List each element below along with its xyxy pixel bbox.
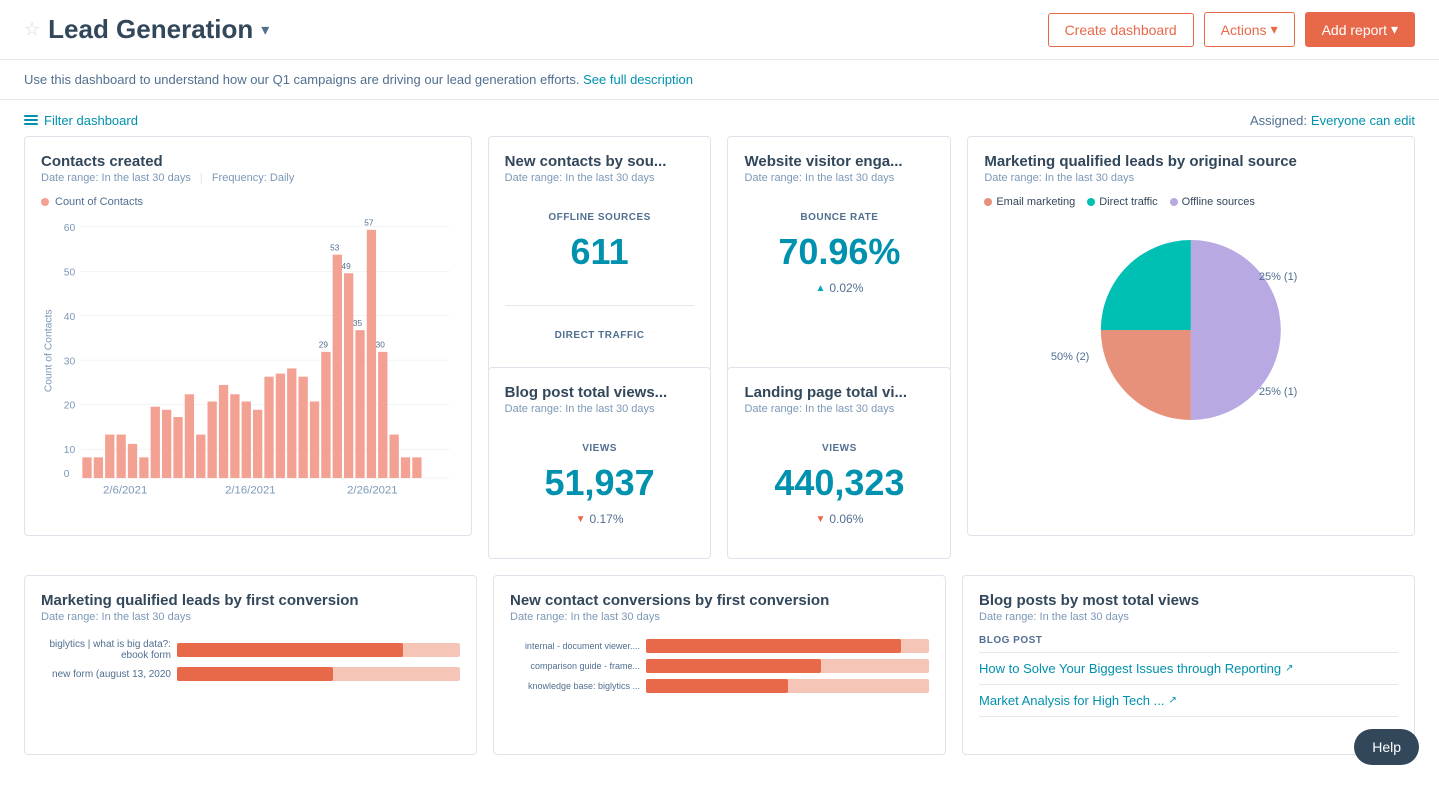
create-dashboard-button[interactable]: Create dashboard xyxy=(1048,13,1194,47)
new-contact-conversions-card: New contact conversions by first convers… xyxy=(493,575,946,755)
direct-traffic-label: Direct traffic xyxy=(1099,196,1157,208)
svg-text:49: 49 xyxy=(341,262,351,271)
assigned-prefix: Assigned: xyxy=(1250,113,1307,128)
filter-label: Filter dashboard xyxy=(44,113,138,128)
bounce-rate-change: ▲ 0.02% xyxy=(744,281,934,295)
offline-sources-label: Offline sources xyxy=(1182,196,1255,208)
help-button[interactable]: Help xyxy=(1354,729,1419,765)
mql-conversion-card: Marketing qualified leads by first conve… xyxy=(24,575,477,755)
contacts-created-subtitle: Date range: In the last 30 days | Freque… xyxy=(41,172,455,184)
blog-post-views-card: Blog post total views... Date range: In … xyxy=(488,367,712,559)
arrow-down-icon: ▼ xyxy=(576,514,586,525)
assigned-value[interactable]: Everyone can edit xyxy=(1311,113,1415,128)
blog-views-stat: VIEWS 51,937 ▼ 0.17% xyxy=(505,427,695,542)
svg-text:40: 40 xyxy=(64,312,76,323)
external-link-icon: ↗ xyxy=(1285,663,1293,674)
svg-text:30: 30 xyxy=(376,341,386,350)
filter-icon xyxy=(24,113,38,127)
offline-sources-stat: OFFLINE SOURCES 611 xyxy=(505,196,695,297)
svg-text:35: 35 xyxy=(353,319,363,328)
mql-conversion-title: Marketing qualified leads by first conve… xyxy=(41,592,460,609)
website-visitor-subtitle: Date range: In the last 30 days xyxy=(744,172,934,184)
new-contact-title: New contact conversions by first convers… xyxy=(510,592,929,609)
star-icon[interactable]: ☆ xyxy=(24,19,40,40)
svg-text:0: 0 xyxy=(64,469,70,480)
svg-text:2/16/2021: 2/16/2021 xyxy=(225,485,276,496)
blog-post-views-title: Blog post total views... xyxy=(505,384,695,401)
add-report-button[interactable]: Add report ▾ xyxy=(1305,12,1415,47)
description-bar: Use this dashboard to understand how our… xyxy=(0,60,1439,100)
landing-page-subtitle: Date range: In the last 30 days xyxy=(744,403,934,415)
header: ☆ Lead Generation ▾ Create dashboard Act… xyxy=(0,0,1439,60)
title-dropdown-icon[interactable]: ▾ xyxy=(261,20,269,40)
new-contacts-subtitle: Date range: In the last 30 days xyxy=(505,172,695,184)
header-actions: Create dashboard Actions ▾ Add report ▾ xyxy=(1048,12,1415,47)
website-visitor-title: Website visitor enga... xyxy=(744,153,934,170)
email-marketing-legend-dot xyxy=(984,198,992,206)
list-item: new form (august 13, 2020 xyxy=(41,667,460,681)
blog-post-link-1[interactable]: How to Solve Your Biggest Issues through… xyxy=(979,661,1398,685)
header-left: ☆ Lead Generation ▾ xyxy=(24,14,269,45)
svg-text:30: 30 xyxy=(64,356,76,367)
new-contacts-title: New contacts by sou... xyxy=(505,153,695,170)
svg-text:29: 29 xyxy=(319,341,329,350)
external-link-icon-2: ↗ xyxy=(1168,695,1176,706)
offline-sources-legend-dot xyxy=(1170,198,1178,206)
svg-text:50% (2): 50% (2) xyxy=(1051,351,1090,363)
chart-legend: Count of Contacts xyxy=(41,196,455,208)
list-item: internal - document viewer.... xyxy=(510,639,929,653)
actions-button[interactable]: Actions ▾ xyxy=(1204,12,1295,47)
filter-dashboard-button[interactable]: Filter dashboard xyxy=(24,113,138,128)
svg-text:50: 50 xyxy=(64,267,76,278)
direct-traffic-stat: DIRECT TRAFFIC xyxy=(505,314,695,365)
svg-text:60: 60 xyxy=(64,223,76,234)
landing-views-stat: VIEWS 440,323 ▼ 0.06% xyxy=(744,427,934,542)
list-item: knowledge base: biglytics ... xyxy=(510,679,929,693)
blog-posts-card: Blog posts by most total views Date rang… xyxy=(962,575,1415,755)
landing-page-title: Landing page total vi... xyxy=(744,384,934,401)
email-marketing-label: Email marketing xyxy=(996,196,1075,208)
filter-bar: Filter dashboard Assigned: Everyone can … xyxy=(0,100,1439,136)
new-contact-subtitle: Date range: In the last 30 days xyxy=(510,611,929,623)
svg-text:25% (1): 25% (1) xyxy=(1259,271,1298,283)
blog-table-header: BLOG POST xyxy=(979,635,1398,653)
svg-text:20: 20 xyxy=(64,401,76,412)
pie-chart-svg: 25% (1) 50% (2) 25% (1) xyxy=(984,220,1398,440)
svg-text:Count of Contacts: Count of Contacts xyxy=(43,309,54,392)
contacts-created-title: Contacts created xyxy=(41,153,455,170)
pie-legend: Email marketing Direct traffic Offline s… xyxy=(984,196,1398,208)
see-full-description-link[interactable]: See full description xyxy=(583,72,693,87)
blog-posts-subtitle: Date range: In the last 30 days xyxy=(979,611,1398,623)
list-item: comparison guide - frame... xyxy=(510,659,929,673)
description-text: Use this dashboard to understand how our… xyxy=(24,72,579,87)
landing-page-views-card: Landing page total vi... Date range: In … xyxy=(727,367,951,559)
mql-source-title: Marketing qualified leads by original so… xyxy=(984,153,1398,170)
page-title: Lead Generation xyxy=(48,14,253,45)
direct-traffic-legend-dot xyxy=(1087,198,1095,206)
bounce-rate-stat: BOUNCE RATE 70.96% ▲ 0.02% xyxy=(744,196,934,311)
svg-text:2/6/2021: 2/6/2021 xyxy=(103,485,147,496)
svg-text:53: 53 xyxy=(330,244,340,253)
legend-dot xyxy=(41,198,49,206)
svg-text:57: 57 xyxy=(364,219,374,228)
mql-conversion-subtitle: Date range: In the last 30 days xyxy=(41,611,460,623)
svg-text:25% (1): 25% (1) xyxy=(1259,386,1298,398)
list-item: biglytics | what is big data?:ebook form xyxy=(41,639,460,661)
mql-source-subtitle: Date range: In the last 30 days xyxy=(984,172,1398,184)
dashboard: Contacts created Date range: In the last… xyxy=(0,136,1439,795)
svg-text:10: 10 xyxy=(64,445,76,456)
blog-post-link-2[interactable]: Market Analysis for High Tech ... ↗ xyxy=(979,693,1398,717)
contacts-created-card: Contacts created Date range: In the last… xyxy=(24,136,472,536)
mql-source-card: Marketing qualified leads by original so… xyxy=(967,136,1415,536)
svg-text:2/26/2021: 2/26/2021 xyxy=(347,485,398,496)
assigned-section: Assigned: Everyone can edit xyxy=(1250,112,1415,128)
blog-posts-title: Blog posts by most total views xyxy=(979,592,1398,609)
dashboard-row-2: Marketing qualified leads by first conve… xyxy=(24,575,1415,755)
blog-post-views-subtitle: Date range: In the last 30 days xyxy=(505,403,695,415)
bar-chart-svg: 60 50 40 30 20 10 0 Count of Contacts xyxy=(41,216,455,496)
arrow-down-icon-2: ▼ xyxy=(815,514,825,525)
arrow-up-icon: ▲ xyxy=(815,283,825,294)
